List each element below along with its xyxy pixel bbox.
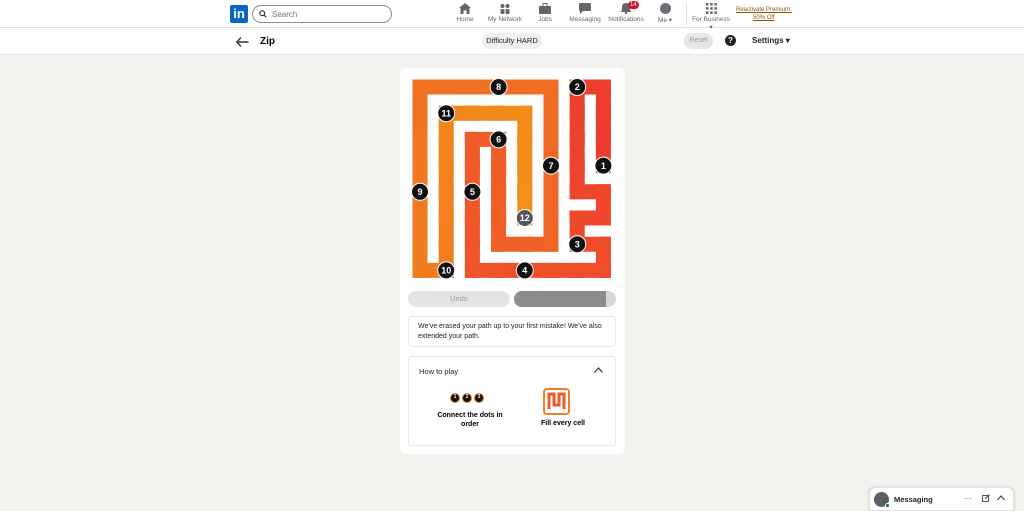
example-dot-3: 3	[474, 393, 484, 403]
nav-notifications-label: Notifications	[608, 16, 644, 23]
game-header-bar: Zip Difficulty HARD Reset ? Settings ▾	[0, 28, 1024, 55]
dot-number-label: 3	[575, 239, 580, 249]
network-icon	[499, 3, 511, 14]
mistake-message: We've erased your path up to your first …	[408, 316, 616, 347]
search-bar[interactable]	[252, 5, 392, 23]
how-to-play-panel: How to play 1 2 3 Connect the dots in or…	[408, 356, 616, 446]
undo-button[interactable]: Undo	[408, 291, 510, 307]
dot-number-label: 2	[575, 82, 580, 92]
chevron-up-icon[interactable]	[997, 494, 1005, 503]
top-navigation: in Home My Network Jobs Messaging 14 Not…	[0, 0, 1024, 31]
connect-dots-caption: Connect the dots in order	[437, 412, 503, 428]
online-status-icon	[885, 503, 890, 508]
messaging-dock[interactable]: Messaging ···	[869, 487, 1014, 511]
compose-icon[interactable]	[982, 494, 990, 504]
bell-icon: 14	[620, 1, 639, 15]
nav-messaging-label: Messaging	[569, 16, 601, 23]
nav-me-label: Me ▾	[657, 17, 673, 24]
premium-line-1: Reactivate Premium:	[736, 7, 792, 13]
dot-number-label: 1	[601, 161, 606, 171]
briefcase-icon	[539, 3, 551, 14]
dot-number-label: 4	[522, 266, 527, 276]
premium-link[interactable]: Reactivate Premium: 50% Off	[736, 6, 792, 22]
notification-badge: 14	[628, 1, 639, 9]
nav-me[interactable]: Me ▾	[655, 3, 675, 24]
dot-number-label: 9	[417, 187, 422, 197]
example-dot-2: 2	[462, 393, 472, 403]
reset-button[interactable]: Reset	[684, 33, 713, 49]
dot-number-label: 10	[441, 266, 451, 276]
chevron-up-icon[interactable]	[594, 365, 603, 375]
nav-jobs[interactable]: Jobs	[537, 3, 553, 23]
hint-button[interactable]: Hint	[514, 291, 616, 307]
home-icon	[459, 3, 471, 14]
search-icon	[259, 10, 267, 18]
example-dot-1: 1	[450, 393, 460, 403]
help-icon[interactable]: ?	[725, 35, 736, 46]
settings-menu[interactable]: Settings ▾	[752, 36, 790, 45]
nav-home[interactable]: Home	[454, 3, 476, 23]
nav-my-network-label: My Network	[487, 16, 523, 23]
hint-label: Hint	[558, 294, 572, 303]
nav-home-label: Home	[456, 16, 474, 23]
dot-number-label: 12	[520, 213, 530, 223]
nav-for-business[interactable]: For Business ▾	[690, 3, 732, 31]
nav-notifications[interactable]: 14 Notifications	[607, 1, 645, 23]
more-icon[interactable]: ···	[964, 494, 972, 503]
dot-number-label: 8	[496, 82, 501, 92]
dot-number-label: 7	[548, 161, 553, 171]
nav-my-network[interactable]: My Network	[487, 3, 523, 23]
caret-down-icon: ▾	[668, 17, 673, 24]
zip-board[interactable]: 123456789101112	[410, 77, 614, 281]
fill-every-cell-icon	[543, 388, 570, 415]
caret-down-icon: ▾	[785, 36, 790, 45]
grid-icon	[705, 3, 717, 14]
dot-number-label: 5	[470, 187, 475, 197]
game-title: Zip	[260, 36, 275, 47]
dot-number-label: 6	[496, 135, 501, 145]
nav-messaging[interactable]: Messaging	[569, 3, 601, 23]
premium-line-2: 50% Off	[753, 15, 775, 21]
nav-divider	[686, 3, 687, 25]
difficulty-badge: Difficulty HARD	[482, 33, 542, 49]
fill-every-cell-caption: Fill every cell	[541, 420, 585, 427]
dot-number-label: 11	[441, 108, 451, 118]
avatar-icon	[659, 3, 671, 14]
linkedin-logo[interactable]: in	[230, 5, 248, 23]
game-card: 1 2 3 4 5 6 7 8 9 10 11 12 Undo Hint We've erased y…	[400, 68, 625, 454]
how-to-play-title: How to play	[419, 367, 459, 376]
search-input[interactable]	[272, 9, 382, 19]
back-arrow-icon[interactable]	[235, 34, 249, 50]
messaging-label: Messaging	[894, 495, 933, 504]
example-dots: 1 2 3	[450, 393, 486, 403]
chat-icon	[579, 3, 591, 14]
nav-jobs-label: Jobs	[538, 16, 552, 23]
